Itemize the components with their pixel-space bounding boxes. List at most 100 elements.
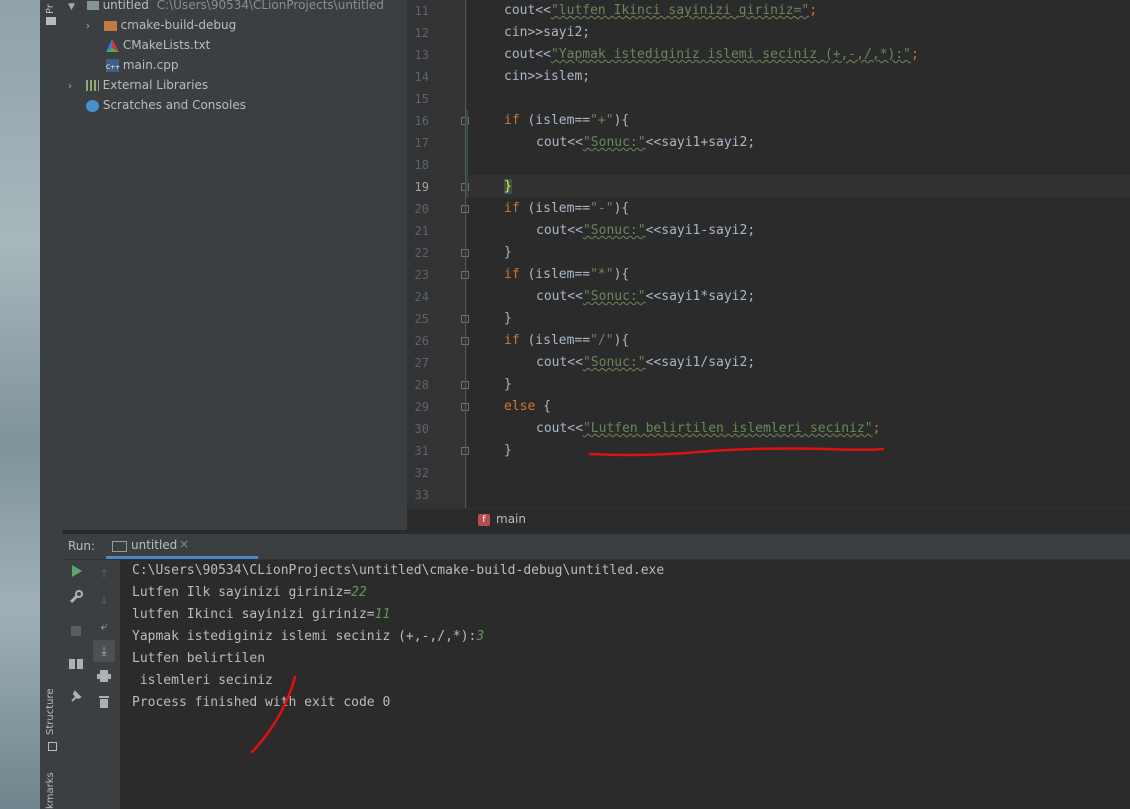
tree-root[interactable]: ▼ untitled C:\Users\90534\CLionProjects\…	[68, 0, 384, 15]
code-line-31: }	[504, 440, 512, 462]
console-prompt: Yapmak istediginiz islemi seciniz (+,-,/…	[132, 629, 477, 644]
tree-item-main-cpp[interactable]: C++ main.cpp	[106, 55, 178, 75]
folder-icon[interactable]	[46, 17, 56, 25]
keyword: if	[504, 333, 520, 348]
line-number: 11	[414, 4, 429, 18]
rerun-icon[interactable]	[68, 565, 84, 581]
arrow-down-icon[interactable]: ↓	[96, 592, 112, 608]
tree-item-cmake-build-debug[interactable]: › cmake-build-debug	[86, 15, 236, 35]
line-number: 29	[414, 400, 429, 414]
console-line: Lutfen Ilk sayinizi giriniz=22	[132, 582, 367, 604]
project-tool-label[interactable]: Pr	[45, 4, 56, 14]
line-number: 12	[414, 26, 429, 40]
line-number: 25	[414, 312, 429, 326]
code-editor[interactable]: 11 12 13 14 15 16 17 18 19 20 21 22 23 2…	[407, 0, 1130, 531]
code-line-21: cout<<"Sonuc:"<<sayi1-sayi2;	[536, 220, 755, 242]
run-tab-label: untitled	[131, 538, 178, 552]
line-number: 15	[414, 92, 429, 106]
line-number-current: 19	[414, 180, 429, 194]
breadcrumb[interactable]: f main	[407, 508, 1130, 531]
code-token: (islem==	[519, 267, 591, 282]
console-line: Lutfen belirtilen	[132, 651, 266, 666]
code-token: cout<<	[536, 135, 583, 150]
run-tab[interactable]: untitled ×	[106, 534, 258, 559]
code-line-23: if (islem=="*"){	[504, 264, 629, 286]
tree-item-label: main.cpp	[122, 58, 179, 72]
tree-item-external-libraries[interactable]: › External Libraries	[68, 75, 208, 95]
line-number: 27	[414, 356, 429, 370]
line-number: 16	[414, 114, 429, 128]
structure-icon[interactable]	[48, 742, 57, 751]
libraries-icon	[85, 80, 99, 91]
line-number: 26	[414, 334, 429, 348]
string-literal: "Sonuc:"	[582, 355, 646, 370]
red-stroke-annotation	[250, 675, 297, 754]
tree-item-scratches[interactable]: Scratches and Consoles	[86, 95, 246, 115]
bookmarks-tool-label[interactable]: kmarks	[45, 772, 56, 809]
line-number: 17	[414, 136, 429, 150]
code-token: ){	[613, 113, 630, 128]
function-badge-icon: f	[478, 514, 490, 526]
code-token: <<sayi1*sayi2;	[645, 289, 756, 304]
code-token: }	[504, 443, 512, 458]
arrow-up-icon[interactable]: ↑	[96, 566, 112, 582]
cpp-file-icon: C++	[106, 59, 120, 72]
code-token: (islem==	[519, 201, 591, 216]
code-token: }	[504, 377, 512, 392]
tree-item-label: Scratches and Consoles	[102, 98, 246, 112]
code-line-11: cout<<"lutfen Ikinci sayinizi giriniz=";	[504, 0, 817, 22]
code-token: ){	[613, 333, 630, 348]
string-literal: "*"	[590, 267, 614, 282]
tree-item-cmakelists[interactable]: CMakeLists.txt	[106, 35, 210, 55]
code-token: ;	[911, 47, 919, 62]
breadcrumb-label: main	[496, 512, 526, 526]
code-token: ){	[613, 267, 630, 282]
run-console[interactable]: C:\Users\90534\CLionProjects\untitled\cm…	[120, 560, 1130, 809]
soft-wrap-icon[interactable]: ⤶	[96, 618, 112, 634]
string-literal: "Sonuc:"	[582, 223, 646, 238]
tree-item-label: CMakeLists.txt	[122, 38, 211, 52]
root-name: untitled	[102, 0, 149, 12]
code-line-25: }	[504, 308, 512, 330]
chevron-right-icon: ›	[86, 21, 90, 32]
code-token: ){	[613, 201, 630, 216]
console-prompt: Lutfen Ilk sayinizi giriniz=	[132, 585, 352, 600]
root-path: C:\Users\90534\CLionProjects\untitled	[156, 0, 385, 12]
close-icon[interactable]: ×	[179, 537, 189, 551]
code-token: cin>>islem;	[504, 69, 591, 84]
code-line-13: cout<<"Yapmak istediginiz islemi seciniz…	[504, 44, 919, 66]
code-token: cout<<	[504, 47, 551, 62]
string-literal: "+"	[590, 113, 614, 128]
run-toolbar: Run: untitled ×	[62, 534, 1130, 560]
console-user-input: 11	[374, 607, 391, 622]
pin-icon[interactable]	[68, 690, 84, 706]
scroll-to-end-icon[interactable]: ⤓	[93, 640, 115, 662]
current-line-highlight	[467, 175, 1130, 197]
string-literal: "/"	[590, 333, 614, 348]
code-line-29: else {	[504, 396, 551, 418]
console-user-input: 22	[351, 585, 367, 600]
code-token: (islem==	[519, 113, 591, 128]
wrench-icon[interactable]	[68, 590, 84, 606]
code-token: {	[535, 399, 551, 414]
line-number: 13	[414, 48, 429, 62]
code-line-20: if (islem=="-"){	[504, 198, 629, 220]
code-line-30: cout<<"Lutfen belirtilen islemleri secin…	[536, 418, 880, 440]
layout-icon[interactable]	[68, 657, 84, 673]
print-icon[interactable]	[96, 670, 112, 686]
run-side-toolbar: ↑ ↓ ⤶ ⤓	[62, 560, 120, 809]
code-token: cout<<	[504, 3, 551, 18]
stop-icon[interactable]	[68, 624, 84, 640]
code-token: <<sayi1-sayi2;	[645, 223, 756, 238]
trash-icon[interactable]	[96, 695, 112, 711]
console-user-input: 3	[476, 629, 485, 644]
console-line: C:\Users\90534\CLionProjects\untitled\cm…	[132, 563, 665, 578]
string-literal: "lutfen Ikinci sayinizi giriniz="	[550, 3, 810, 18]
matched-brace: }	[504, 179, 512, 194]
desktop-background	[0, 0, 40, 809]
code-line-24: cout<<"Sonuc:"<<sayi1*sayi2;	[536, 286, 755, 308]
structure-tool-label[interactable]: Structure	[45, 688, 56, 735]
line-number: 31	[414, 444, 429, 458]
console-line: Yapmak istediginiz islemi seciniz (+,-,/…	[132, 626, 484, 648]
code-line-14: cin>>islem;	[504, 66, 590, 88]
